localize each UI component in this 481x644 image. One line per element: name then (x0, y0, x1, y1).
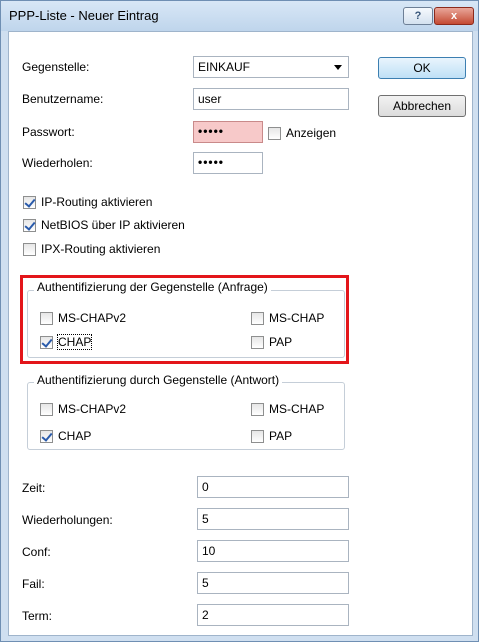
title-bar[interactable]: PPP-Liste - Neuer Eintrag ? x (1, 1, 478, 31)
anzeigen-label: Anzeigen (286, 126, 337, 140)
ipx-routing-checkbox[interactable] (23, 243, 36, 256)
netbios-label: NetBIOS über IP aktivieren (41, 218, 185, 232)
ip-routing-checkbox[interactable] (23, 196, 36, 209)
ip-routing-label: IP-Routing aktivieren (41, 195, 153, 209)
wiederholungen-input[interactable]: 5 (197, 508, 349, 530)
response-mschap-checkbox[interactable] (251, 403, 264, 416)
netbios-checkbox[interactable] (23, 219, 36, 232)
ipx-routing-label: IPX-Routing aktivieren (41, 242, 161, 256)
response-mschapv2-label: MS-CHAPv2 (58, 402, 127, 416)
benutzername-label: Benutzername: (22, 92, 104, 106)
fail-label: Fail: (22, 577, 45, 591)
response-chap-label: CHAP (58, 429, 92, 443)
passwort-input[interactable]: ••••• (193, 121, 263, 143)
highlight-box (20, 275, 349, 364)
term-input[interactable]: 2 (197, 604, 349, 626)
checkmark-icon (24, 196, 36, 208)
gegenstelle-select[interactable]: EINKAUF (193, 56, 349, 78)
chevron-down-icon (334, 65, 342, 70)
window-title: PPP-Liste - Neuer Eintrag (9, 8, 159, 23)
benutzername-input[interactable]: user (193, 88, 349, 110)
response-pap-label: PAP (269, 429, 293, 443)
ok-button[interactable]: OK (378, 57, 466, 79)
zeit-input[interactable]: 0 (197, 476, 349, 498)
wiederholen-input[interactable]: ••••• (193, 152, 263, 174)
response-chap-checkbox[interactable] (40, 430, 53, 443)
checkmark-icon (41, 430, 53, 442)
term-label: Term: (22, 609, 52, 623)
gegenstelle-label: Gegenstelle: (22, 60, 90, 74)
fail-input[interactable]: 5 (197, 572, 349, 594)
anzeigen-checkbox[interactable] (268, 127, 281, 140)
conf-label: Conf: (22, 545, 51, 559)
wiederholen-label: Wiederholen: (22, 156, 93, 170)
zeit-label: Zeit: (22, 481, 46, 495)
dialog-window: PPP-Liste - Neuer Eintrag ? x Gegenstell… (0, 0, 479, 642)
close-button[interactable]: x (434, 7, 474, 25)
response-mschap-label: MS-CHAP (269, 402, 325, 416)
response-mschapv2-checkbox[interactable] (40, 403, 53, 416)
checkmark-icon (24, 219, 36, 231)
auth-response-title: Authentifizierung durch Gegenstelle (Ant… (34, 373, 283, 387)
passwort-label: Passwort: (22, 125, 75, 139)
gegenstelle-value: EINKAUF (198, 60, 251, 74)
cancel-button[interactable]: Abbrechen (378, 95, 466, 117)
help-button[interactable]: ? (403, 7, 433, 25)
wiederholungen-label: Wiederholungen: (22, 513, 113, 527)
response-pap-checkbox[interactable] (251, 430, 264, 443)
dialog-body: Gegenstelle: EINKAUF Benutzername: user … (8, 31, 473, 636)
conf-input[interactable]: 10 (197, 540, 349, 562)
